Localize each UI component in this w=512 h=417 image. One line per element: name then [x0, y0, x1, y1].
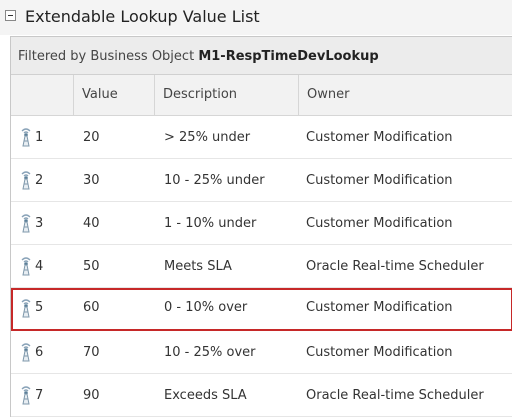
description-cell: > 25% under: [164, 129, 251, 145]
description-cell: 10 - 25% over: [164, 344, 256, 360]
filter-business-object: M1-RespTimeDevLookup: [198, 49, 379, 64]
owner-cell: Customer Modification: [306, 172, 453, 188]
table-row[interactable]: 1 20 > 25% under Customer Modification: [11, 116, 512, 159]
row-number: 1: [35, 129, 44, 145]
table-row[interactable]: 5 60 0 - 10% over Customer Modification: [11, 288, 512, 331]
value-cell: 50: [83, 258, 100, 274]
owner-cell: Oracle Real-time Scheduler: [306, 387, 484, 403]
row-number: 3: [35, 215, 44, 231]
table-row[interactable]: 2 30 10 - 25% under Customer Modificatio…: [11, 159, 512, 202]
broadcast-icon[interactable]: [16, 331, 36, 373]
filter-bar: Filtered by Business Object M1-RespTimeD…: [11, 37, 512, 75]
value-cell: 40: [83, 215, 100, 231]
collapse-toggle-icon[interactable]: [5, 10, 16, 21]
table-row[interactable]: 3 40 1 - 10% under Customer Modification: [11, 202, 512, 245]
description-cell: Meets SLA: [164, 258, 232, 274]
column-header-value[interactable]: Value: [73, 75, 154, 115]
broadcast-icon[interactable]: [16, 159, 36, 201]
lookup-value-grid: Filtered by Business Object M1-RespTimeD…: [10, 36, 512, 417]
filter-prefix: Filtered by Business Object: [18, 49, 195, 64]
column-header-row: Value Description Owner: [11, 75, 512, 116]
broadcast-icon[interactable]: [16, 288, 36, 327]
broadcast-icon[interactable]: [16, 116, 36, 158]
value-cell: 20: [83, 129, 100, 145]
panel-title: Extendable Lookup Value List: [25, 7, 260, 26]
owner-cell: Customer Modification: [306, 300, 453, 315]
column-header-description[interactable]: Description: [154, 75, 298, 115]
broadcast-icon[interactable]: [16, 245, 36, 287]
description-cell: 10 - 25% under: [164, 172, 265, 188]
value-cell: 70: [83, 344, 100, 360]
table-row[interactable]: 4 50 Meets SLA Oracle Real-time Schedule…: [11, 245, 512, 288]
row-number: 5: [35, 300, 44, 315]
owner-cell: Customer Modification: [306, 344, 453, 360]
owner-cell: Oracle Real-time Scheduler: [306, 258, 484, 274]
row-number: 6: [35, 344, 44, 360]
owner-cell: Customer Modification: [306, 215, 453, 231]
description-cell: Exceeds SLA: [164, 387, 247, 403]
table-row[interactable]: 6 70 10 - 25% over Customer Modification: [11, 331, 512, 374]
filter-text: Filtered by Business Object M1-RespTimeD…: [18, 49, 379, 64]
broadcast-icon[interactable]: [16, 374, 36, 416]
owner-cell: Customer Modification: [306, 129, 453, 145]
row-number: 4: [35, 258, 44, 274]
column-header-owner[interactable]: Owner: [298, 75, 512, 115]
panel-header: Extendable Lookup Value List: [0, 0, 512, 35]
row-number: 7: [35, 387, 44, 403]
row-number: 2: [35, 172, 44, 188]
value-cell: 30: [83, 172, 100, 188]
description-cell: 0 - 10% over: [164, 300, 248, 315]
table-row[interactable]: 7 90 Exceeds SLA Oracle Real-time Schedu…: [11, 374, 512, 417]
broadcast-icon[interactable]: [16, 202, 36, 244]
description-cell: 1 - 10% under: [164, 215, 257, 231]
value-cell: 90: [83, 387, 100, 403]
value-cell: 60: [83, 300, 100, 315]
